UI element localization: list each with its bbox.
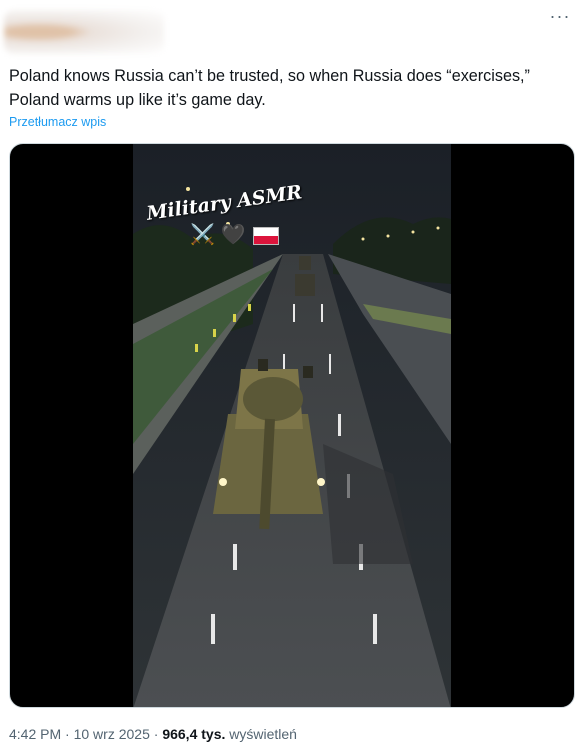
video-player[interactable]: Military ASMR ⚔️ 🖤 (9, 143, 575, 708)
video-overlay-emoji: ⚔️ 🖤 (190, 222, 279, 247)
translate-post-link[interactable]: Przetłumacz wpis (9, 115, 106, 129)
post-text-line-2: Poland warms up like it’s game day. (9, 91, 266, 109)
more-options-icon[interactable]: ··· (545, 6, 575, 32)
poland-flag-icon (252, 226, 279, 245)
post-header: ··· (0, 0, 583, 60)
post-text-line-1: Poland knows Russia can’t be trusted, so… (9, 67, 530, 85)
black-heart-icon: 🖤 (220, 224, 246, 246)
views-count: 966,4 tys. (162, 726, 226, 742)
crossed-swords-icon: ⚔️ (190, 224, 215, 246)
distant-vehicle (295, 274, 315, 296)
distant-vehicle-2 (299, 256, 311, 270)
blurred-author-info[interactable] (4, 10, 164, 54)
post-metadata: 4:42 PM · 10 wrz 2025 · 966,4 tys. wyświ… (9, 726, 297, 742)
post-date[interactable]: 10 wrz 2025 (74, 726, 150, 742)
post-text: Poland knows Russia can’t be trusted, so… (9, 64, 579, 112)
post-time[interactable]: 4:42 PM (9, 726, 61, 742)
views-label: wyświetleń (229, 726, 297, 742)
video-frame[interactable] (133, 144, 451, 708)
